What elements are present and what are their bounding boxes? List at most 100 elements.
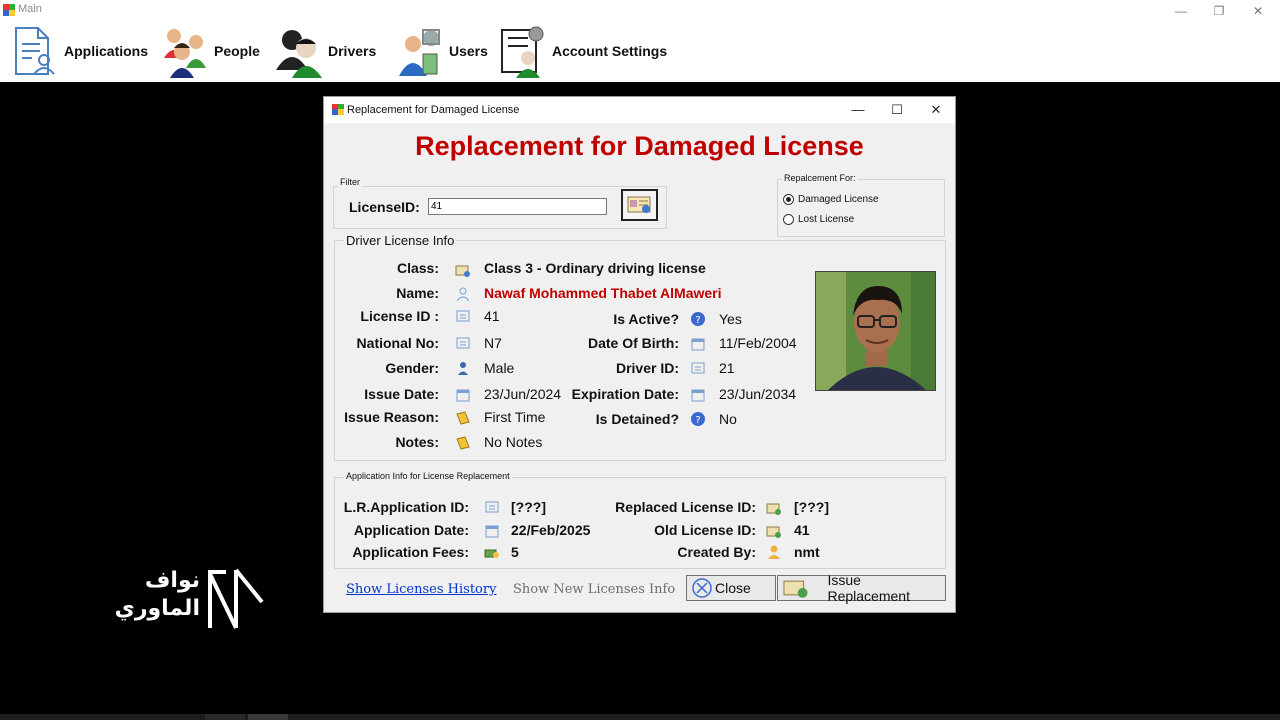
national-no-value: N7 <box>484 335 502 351</box>
old-license-id-label: Old License ID: <box>654 522 756 538</box>
license-id-filter-label: LicenseID: <box>349 199 420 215</box>
expiration-date-value: 23/Jun/2034 <box>719 386 797 402</box>
national-no-label: National No: <box>356 335 439 351</box>
app-id-icon <box>485 501 499 513</box>
replaced-license-id-label: Replaced License ID: <box>615 499 756 515</box>
license-search-icon <box>627 196 650 213</box>
name-label: Name: <box>396 285 439 301</box>
damaged-license-radio[interactable] <box>783 194 794 205</box>
minimize-button[interactable]: — <box>1166 2 1196 20</box>
license-id-filter-input[interactable] <box>428 198 607 215</box>
driver-id-label: Driver ID: <box>615 360 679 376</box>
watermark-monogram-icon <box>208 568 264 629</box>
issue-replacement-button[interactable]: Issue Replacement <box>777 572 946 604</box>
is-detained-label: Is Detained? <box>595 411 679 427</box>
license-id-label: License ID : <box>360 308 439 324</box>
gender-label: Gender: <box>385 360 439 376</box>
issue-date-label: Issue Date: <box>364 386 439 402</box>
menu-account-settings-label: Account Settings <box>552 43 668 59</box>
name-value: Nawaf Mohammed Thabet AlMaweri <box>484 285 722 301</box>
menu-drivers[interactable]: Drivers <box>274 22 376 80</box>
license-id-value: 41 <box>484 308 500 324</box>
close-dialog-button[interactable]: Close <box>686 575 776 601</box>
dob-label: Date Of Birth: <box>588 335 679 351</box>
lost-license-radio[interactable] <box>783 214 794 225</box>
close-circle-icon <box>692 578 712 598</box>
app-fees-label: Application Fees: <box>352 544 469 560</box>
license-class-icon <box>455 265 470 277</box>
notes-label: Notes: <box>395 434 439 450</box>
taskbar-item[interactable] <box>205 714 245 720</box>
lost-license-label: Lost License <box>798 214 855 225</box>
gender-value: Male <box>484 360 515 376</box>
svg-text:?: ? <box>695 415 700 426</box>
application-info-legend: Application Info for License Replacement <box>344 471 512 481</box>
replaced-license-id-value: [???] <box>794 499 829 515</box>
watermark-line1: نواف <box>144 567 200 592</box>
license-card-icon-old <box>766 526 781 538</box>
dialog-close-button[interactable]: ✕ <box>921 101 951 119</box>
notes-icon-2 <box>456 436 470 450</box>
calendar-icon-app <box>485 525 499 538</box>
notes-icon <box>456 411 470 425</box>
dialog-minimize-button[interactable]: — <box>843 101 873 119</box>
dialog-maximize-button[interactable]: ☐ <box>882 101 912 119</box>
menu-account-settings[interactable]: Account Settings <box>498 22 667 80</box>
national-id-icon <box>456 337 470 349</box>
dob-value: 11/Feb/2004 <box>719 335 797 351</box>
applications-icon <box>15 27 55 75</box>
class-label: Class: <box>396 260 439 276</box>
is-active-value: Yes <box>719 311 742 327</box>
issue-reason-value: First Time <box>484 409 546 425</box>
lr-app-id-value: [???] <box>511 499 546 515</box>
replacement-dialog: Replacement for Damaged License — ☐ ✕ Re… <box>323 96 956 613</box>
lr-app-id-label: L.R.Application ID: <box>343 499 469 515</box>
class-value: Class 3 - Ordinary driving license <box>484 260 706 276</box>
dialog-titlebar: Replacement for Damaged License — ☐ ✕ <box>324 97 955 123</box>
main-menubar: Applications People Drivers Users Accoun… <box>0 22 1280 82</box>
watermark-logo: نواف الماوري <box>114 562 270 632</box>
expiration-date-label: Expiration Date: <box>571 386 679 402</box>
calendar-icon-dob <box>691 338 705 351</box>
damaged-license-label: Damaged License <box>798 194 879 205</box>
old-license-id-value: 41 <box>794 522 810 538</box>
account-settings-icon <box>501 26 544 78</box>
show-licenses-history-link[interactable]: Show Licenses History <box>346 582 496 597</box>
question-icon-detained: ? <box>691 412 705 426</box>
created-by-label: Created By: <box>677 544 756 560</box>
dialog-app-icon <box>332 104 344 115</box>
menu-users-label: Users <box>449 43 488 59</box>
menu-people[interactable]: People <box>160 22 260 80</box>
close-dialog-label: Close <box>715 580 751 596</box>
show-new-license-info-link[interactable]: Show New Licenses Info <box>513 582 675 597</box>
restore-button[interactable]: ❐ <box>1204 2 1234 20</box>
id-card-icon <box>456 310 470 322</box>
driver-id-icon <box>691 362 705 374</box>
menu-people-label: People <box>214 43 260 59</box>
app-date-label: Application Date: <box>353 522 469 538</box>
license-card-icon <box>766 503 781 515</box>
main-window-title: Main <box>18 3 42 15</box>
close-button[interactable]: ✕ <box>1243 2 1273 20</box>
app-fees-value: 5 <box>511 544 519 560</box>
driver-photo <box>815 271 936 391</box>
license-replace-icon <box>783 580 808 598</box>
issue-reason-label: Issue Reason: <box>344 409 439 425</box>
driver-license-info-legend: Driver License Info <box>344 233 457 248</box>
menu-users[interactable]: Users <box>395 22 488 80</box>
find-license-button[interactable] <box>621 189 658 221</box>
person-icon <box>456 287 470 302</box>
question-icon: ? <box>691 312 705 326</box>
watermark-line2: الماوري <box>114 595 200 620</box>
is-detained-value: No <box>719 411 737 427</box>
filter-legend: Filter <box>338 177 362 187</box>
menu-applications[interactable]: Applications <box>10 22 148 80</box>
dialog-title: Replacement for Damaged License <box>347 104 520 116</box>
taskbar-item-active[interactable] <box>248 714 288 720</box>
menu-drivers-label: Drivers <box>328 43 377 59</box>
created-by-value: nmt <box>794 544 820 560</box>
is-active-label: Is Active? <box>613 311 679 327</box>
notes-value: No Notes <box>484 434 543 450</box>
svg-text:?: ? <box>695 315 700 326</box>
driver-photo-image <box>816 272 935 390</box>
